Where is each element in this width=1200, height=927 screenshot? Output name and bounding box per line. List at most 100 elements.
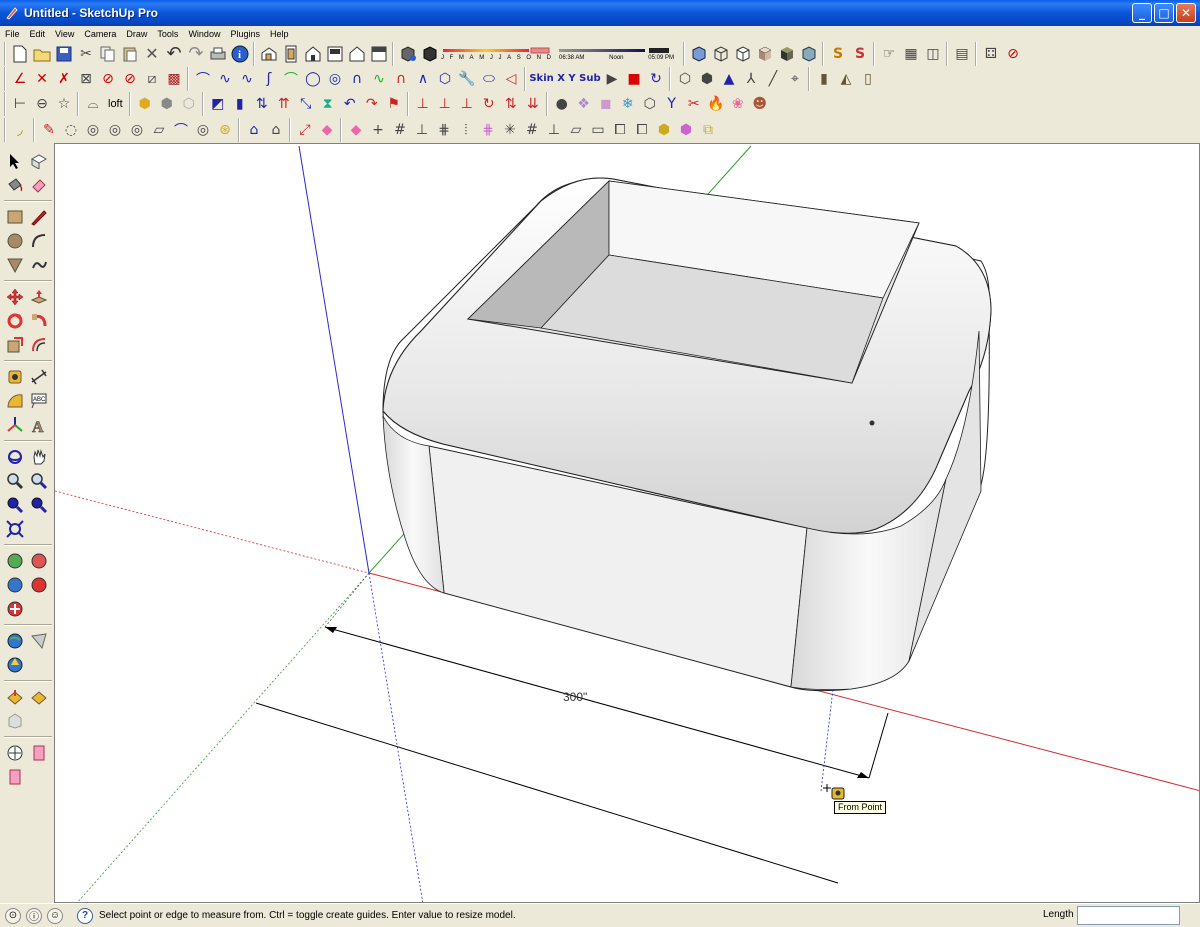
axis-z-icon[interactable]: ⊥	[456, 93, 478, 115]
box-3-icon[interactable]: ⧠	[631, 119, 653, 141]
s-hide-plugin-icon[interactable]: S	[849, 43, 871, 65]
snowflake-icon[interactable]: ❄	[617, 93, 639, 115]
bomb-icon[interactable]: ●	[551, 93, 573, 115]
shaded-textures-icon[interactable]	[776, 43, 798, 65]
shaded-icon[interactable]	[754, 43, 776, 65]
top-view-icon[interactable]	[280, 43, 302, 65]
monochrome-icon[interactable]	[798, 43, 820, 65]
spiral-icon[interactable]: ◎	[324, 68, 346, 90]
ring-5-icon[interactable]: ◎	[192, 119, 214, 141]
fork-icon[interactable]: ⅄	[740, 68, 762, 90]
no-edit-icon[interactable]: ⊘	[1002, 43, 1024, 65]
guide-lines-icon[interactable]: ⦙	[455, 119, 477, 141]
flip-axis-icon[interactable]: ⇅	[500, 93, 522, 115]
flag-icon[interactable]: ⚑	[383, 93, 405, 115]
diagonal-icon[interactable]: ⤡	[295, 93, 317, 115]
make-component-icon[interactable]	[28, 150, 50, 172]
zoom-extents-icon[interactable]	[4, 518, 26, 540]
box-slash-icon[interactable]: ⧄	[141, 68, 163, 90]
xline-icon[interactable]: ✗	[53, 68, 75, 90]
shadow-settings-icon[interactable]	[397, 43, 419, 65]
guide-lines-pink-icon[interactable]: ⋕	[477, 119, 499, 141]
axis-x-icon[interactable]: ⊥	[412, 93, 434, 115]
rotate-tool-icon[interactable]	[4, 310, 26, 332]
scale-tool-icon[interactable]	[4, 334, 26, 356]
pink-page-icon[interactable]	[4, 766, 26, 788]
color-box-icon[interactable]: ◩	[207, 93, 229, 115]
arc-loft-icon[interactable]: ⌓	[82, 93, 104, 115]
bezier-curve-icon[interactable]: ⌒	[192, 68, 214, 90]
grid-plugin-icon[interactable]: ▤	[951, 43, 973, 65]
polyline-icon[interactable]: ∿	[214, 68, 236, 90]
xray-icon[interactable]	[688, 43, 710, 65]
wave-icon[interactable]: ∿	[368, 68, 390, 90]
minimize-button[interactable]: _	[1132, 3, 1152, 23]
guide-grid-3-icon[interactable]: ⋕	[433, 119, 455, 141]
menu-plugins[interactable]: Plugins	[225, 28, 265, 40]
grey-tag-icon[interactable]: ⌂	[265, 119, 287, 141]
back-view-icon[interactable]	[346, 43, 368, 65]
wire-cube-icon[interactable]: ⬡	[639, 93, 661, 115]
dice-plugin-icon[interactable]: ⚃	[980, 43, 1002, 65]
menu-help[interactable]: Help	[265, 28, 294, 40]
rotate-axis-icon[interactable]: ↻	[478, 93, 500, 115]
menu-window[interactable]: Window	[183, 28, 225, 40]
section-plane-icon[interactable]	[4, 686, 26, 708]
wireframe-icon[interactable]	[710, 43, 732, 65]
section-icon[interactable]: ⊢	[9, 93, 31, 115]
ring-4-icon[interactable]: ◎	[126, 119, 148, 141]
scroll-icon[interactable]: ▯	[857, 68, 879, 90]
vertex-icon[interactable]: ⌖	[784, 68, 806, 90]
shadow-date-time-slider[interactable]: JFMAMJJASOND 06:38 AM Noon 05:09 PM	[441, 43, 681, 65]
ellipse-icon[interactable]: ⬭	[478, 68, 500, 90]
maximize-button[interactable]: □	[1154, 3, 1174, 23]
erase-icon[interactable]: ✕	[141, 43, 163, 65]
solid-grey-icon[interactable]: ⬢	[156, 93, 178, 115]
pink-cube-icon[interactable]: ◼	[595, 93, 617, 115]
previous-view-icon[interactable]	[4, 494, 26, 516]
paste-icon[interactable]	[119, 43, 141, 65]
ring-2-icon[interactable]: ◎	[82, 119, 104, 141]
solid-white-icon[interactable]: ⬡	[178, 93, 200, 115]
hidden-line-icon[interactable]	[732, 43, 754, 65]
rotate-left-icon[interactable]: ↶	[339, 93, 361, 115]
follow-me-icon[interactable]	[28, 310, 50, 332]
protractor-icon[interactable]	[4, 390, 26, 412]
walk-icon[interactable]	[4, 654, 26, 676]
s-plugin-icon[interactable]: S	[827, 43, 849, 65]
layer-plugin-icon[interactable]: ▦	[900, 43, 922, 65]
cube-mesh-icon[interactable]: ⬡	[674, 68, 696, 90]
display-shadows-icon[interactable]	[419, 43, 441, 65]
measurements-input[interactable]	[1077, 906, 1180, 925]
get-models-icon[interactable]	[28, 574, 50, 596]
cubes-icon[interactable]: ❖	[573, 93, 595, 115]
star-icon[interactable]: ☆	[53, 93, 75, 115]
position-camera-icon[interactable]	[28, 630, 50, 652]
open-folder-icon[interactable]	[31, 43, 53, 65]
offset-tool-icon[interactable]	[28, 334, 50, 356]
box-stack-icon[interactable]: ⧉	[697, 119, 719, 141]
drawing-viewport[interactable]: 300" From Point	[54, 143, 1200, 903]
hatch-icon[interactable]: ▩	[163, 68, 185, 90]
menu-draw[interactable]: Draw	[121, 28, 152, 40]
3d-text-icon[interactable]: A	[28, 414, 50, 436]
arc-icon[interactable]: ⌒	[280, 68, 302, 90]
guide-tee-icon[interactable]: ⊥	[543, 119, 565, 141]
loft-button[interactable]: loft	[104, 98, 127, 110]
blue-bar-icon[interactable]: ▮	[229, 93, 251, 115]
credits-icon[interactable]: ⓘ	[26, 907, 42, 924]
pan-hand-icon[interactable]	[28, 446, 50, 468]
left-view-icon[interactable]	[368, 43, 390, 65]
next-view-icon[interactable]	[28, 494, 50, 516]
user-icon[interactable]: ☺	[47, 907, 63, 924]
zigzag-icon[interactable]: ∧	[412, 68, 434, 90]
tape-measure-icon[interactable]	[4, 366, 26, 388]
look-around-icon[interactable]	[4, 742, 26, 764]
new-file-icon[interactable]	[9, 43, 31, 65]
pink-eraser-icon[interactable]: ◆	[316, 119, 338, 141]
menu-view[interactable]: View	[50, 28, 79, 40]
add-location-icon[interactable]	[4, 550, 26, 572]
guide-point-icon[interactable]: +	[367, 119, 389, 141]
right-view-icon[interactable]	[324, 43, 346, 65]
box-1-icon[interactable]: ▭	[587, 119, 609, 141]
